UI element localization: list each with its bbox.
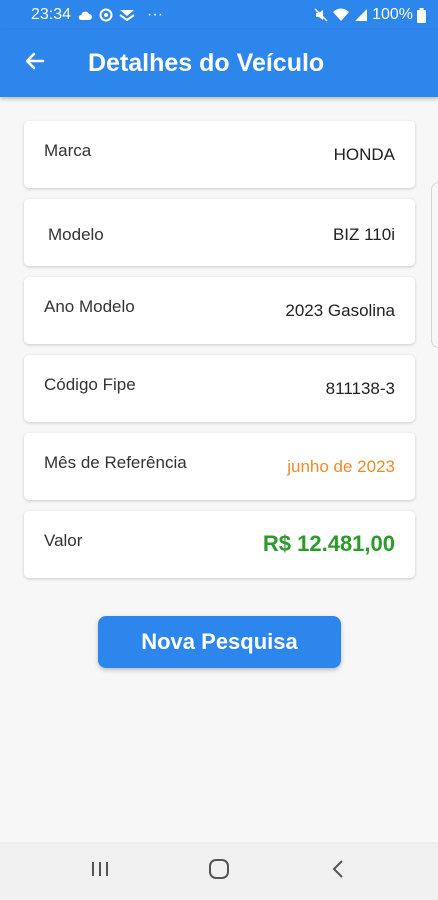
detail-value: 2023 Gasolina xyxy=(285,301,395,320)
sync-icon xyxy=(99,8,113,22)
page-title: Detalhes do Veículo xyxy=(88,49,325,77)
mute-icon xyxy=(314,8,328,22)
app-bar: Detalhes do Veículo xyxy=(0,30,438,97)
recent-apps-icon xyxy=(90,860,110,883)
detail-value: junho de 2023 xyxy=(287,457,395,476)
detail-label: Código Fipe xyxy=(44,375,136,394)
cloud-icon xyxy=(77,10,93,21)
home-icon xyxy=(208,858,230,885)
detail-card-fipe-code: Código Fipe 811138-3 xyxy=(24,355,415,422)
detail-card-model-year: Ano Modelo 2023 Gasolina xyxy=(24,277,415,344)
new-search-button[interactable]: Nova Pesquisa xyxy=(98,616,341,668)
wifi-icon xyxy=(332,8,350,22)
detail-label: Marca xyxy=(44,141,92,160)
detail-card-price: Valor R$ 12.481,00 xyxy=(24,511,415,578)
detail-label: Ano Modelo xyxy=(44,297,135,316)
edge-panel-handle[interactable] xyxy=(431,182,438,348)
home-button[interactable] xyxy=(189,842,249,900)
detail-label: Valor xyxy=(44,531,83,550)
vehicle-details-list: Marca HONDA Modelo BIZ 110i Ano Modelo 2… xyxy=(24,121,415,589)
status-bar: 23:34 ··· 100% xyxy=(0,0,438,30)
detail-value: BIZ 110i xyxy=(332,225,395,244)
back-button[interactable] xyxy=(0,30,70,97)
system-nav-bar xyxy=(0,842,438,900)
message-icon xyxy=(119,9,135,21)
detail-card-brand: Marca HONDA xyxy=(24,121,415,188)
price-value: R$ 12.481,00 xyxy=(262,531,395,556)
detail-card-model: Modelo BIZ 110i xyxy=(24,199,415,266)
detail-value: 811138-3 xyxy=(325,379,395,398)
signal-icon xyxy=(354,8,368,22)
detail-value: HONDA xyxy=(333,145,395,164)
arrow-left-icon xyxy=(23,49,47,78)
detail-label: Mês de Referência xyxy=(44,453,187,472)
recent-apps-button[interactable] xyxy=(70,842,130,900)
status-time: 23:34 xyxy=(31,6,72,23)
more-indicator: ··· xyxy=(147,6,164,23)
battery-icon xyxy=(417,7,426,23)
back-icon xyxy=(331,859,345,884)
battery-level: 100% xyxy=(372,6,413,23)
detail-card-reference-month: Mês de Referência junho de 2023 xyxy=(24,433,415,500)
detail-label: Modelo xyxy=(48,225,104,244)
system-back-button[interactable] xyxy=(308,842,368,900)
